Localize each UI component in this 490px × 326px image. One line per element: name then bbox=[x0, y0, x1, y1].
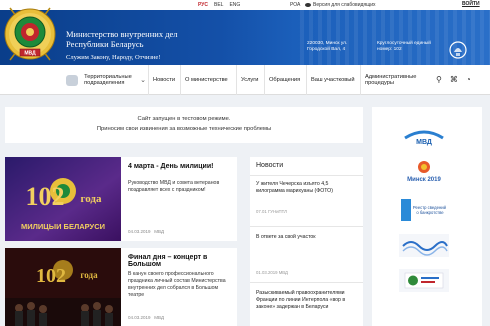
duty-phone: Круглосуточный единый номер: 102 bbox=[377, 41, 437, 53]
card-image-number: 102 bbox=[36, 265, 66, 287]
lang-bel[interactable]: BEL bbox=[214, 2, 223, 8]
card-headline[interactable]: Финал дня – концерт в Большом bbox=[128, 254, 237, 268]
news-panel: Новости У жителя Чечерска изъято 4,5 кил… bbox=[250, 157, 363, 326]
divider bbox=[250, 175, 363, 176]
language-switcher: РУС BEL ENG bbox=[198, 2, 240, 8]
banner-bankruptcy-label: Реестр сведений о банкротстве bbox=[413, 205, 447, 215]
card-image-years: года bbox=[80, 270, 98, 280]
visually-impaired-label: Версия для слабовидящих bbox=[313, 2, 376, 8]
svg-text:МВД: МВД bbox=[24, 51, 36, 57]
banner-mvd-label: МВД bbox=[416, 139, 432, 146]
lang-rus[interactable]: РУС bbox=[198, 2, 208, 8]
banner-minsk-2019[interactable]: Минск 2019 bbox=[399, 158, 449, 186]
rss-link[interactable]: РОА bbox=[290, 2, 300, 8]
notice-line2: Приносим свои извинения за возможные тех… bbox=[96, 126, 272, 132]
card-date: 04.03.2019 bbox=[128, 315, 151, 320]
map-icon bbox=[66, 74, 79, 86]
card-meta: 04.03.2019 МВД bbox=[128, 229, 164, 234]
divider bbox=[250, 282, 363, 283]
card-image-caption: МИЛИЦЫИ БЕЛАРУСИ bbox=[21, 222, 105, 231]
news-item-title[interactable]: У жителя Чечерска изъято 4,5 килограмма … bbox=[256, 181, 358, 195]
nav-news[interactable]: Новости bbox=[148, 65, 179, 95]
lang-eng[interactable]: ENG bbox=[229, 2, 240, 8]
news-card[interactable]: 102 года Финал дня – концерт в Большом В… bbox=[5, 248, 237, 326]
site-header: Министерство внутренних дел Республики Б… bbox=[0, 10, 490, 65]
nav-services[interactable]: Услуги bbox=[236, 65, 263, 95]
banner-waves[interactable] bbox=[399, 234, 449, 257]
test-mode-notice: Сайт запущен в тестовом режиме. Приносим… bbox=[5, 107, 363, 143]
divider bbox=[250, 226, 363, 227]
card-date: 04.03.2019 bbox=[128, 229, 151, 234]
nav-district-officer[interactable]: Ваш участковый bbox=[306, 65, 359, 95]
news-item-date: 07.01 ГУНиПТЛ bbox=[256, 209, 287, 214]
news-item-date: 01.03.2019 МВД bbox=[256, 270, 288, 275]
eye-icon bbox=[305, 3, 311, 7]
nav-admin-procedures[interactable]: Административные процедуры bbox=[360, 65, 432, 95]
news-item[interactable]: У жителя Чечерска изъято 4,5 килограмма … bbox=[256, 181, 358, 214]
login-link[interactable]: ВОЙТИ bbox=[462, 1, 480, 7]
news-card[interactable]: 102 года МИЛИЦЫИ БЕЛАРУСИ 4 марта - День… bbox=[5, 157, 237, 241]
card-tag[interactable]: МВД bbox=[154, 315, 164, 320]
card-image[interactable]: 102 года МИЛИЦЫИ БЕЛАРУСИ bbox=[5, 157, 121, 241]
card-headline[interactable]: 4 марта - День милиции! bbox=[128, 163, 213, 170]
territorial-label: Территориальные подразделения bbox=[84, 74, 136, 86]
banner-minsk-label: Минск 2019 bbox=[407, 177, 441, 183]
card-meta: 04.03.2019 МВД bbox=[128, 315, 164, 320]
address: 220030, Минск ул. Городской Вал, 4 bbox=[307, 41, 367, 53]
ministry-emblem-icon[interactable]: МВД bbox=[2, 2, 58, 68]
territorial-line2: подразделения bbox=[84, 80, 125, 86]
nav-appeals[interactable]: Обращения bbox=[264, 65, 304, 95]
card-image-years: года bbox=[81, 193, 102, 205]
ministry-title-line2: Республики Беларусь bbox=[66, 39, 144, 49]
news-item-title[interactable]: Разыскиваемый правоохранителями Франции … bbox=[256, 290, 358, 311]
banner-mvd[interactable]: МВД bbox=[399, 124, 449, 149]
card-text: Руководство МВД и совета ветеранов поздр… bbox=[128, 180, 220, 193]
nav-about[interactable]: О министерстве bbox=[180, 65, 232, 95]
slogan: Служим Закону, Народу, Отчизне! bbox=[66, 54, 161, 61]
main-nav: Территориальные подразделения ⌄ Новости … bbox=[0, 65, 490, 95]
sitemap-icon[interactable]: ⌘ bbox=[450, 75, 458, 84]
card-image[interactable]: 102 года bbox=[5, 248, 121, 326]
visually-impaired-link[interactable]: Версия для слабовидящих bbox=[305, 2, 376, 8]
address-line2: Городской Вал, 4 bbox=[307, 47, 346, 52]
duty-line2: номер: 102 bbox=[377, 47, 402, 52]
card-image-number: 102 bbox=[26, 182, 65, 211]
banner-bankruptcy-registry[interactable]: Реестр сведений о банкротстве bbox=[399, 197, 449, 223]
nav-territorial-units[interactable]: Территориальные подразделения ⌄ bbox=[62, 65, 150, 95]
news-item[interactable]: В ответе за свой участок 01.03.2019 МВД bbox=[256, 234, 358, 275]
card-tag[interactable]: МВД bbox=[154, 229, 164, 234]
coat-of-arms-icon bbox=[449, 41, 467, 59]
banner-emblem[interactable] bbox=[399, 269, 449, 292]
ministry-title[interactable]: Министерство внутренних дел Республики Б… bbox=[66, 29, 178, 49]
news-item-title[interactable]: В ответе за свой участок bbox=[256, 234, 358, 241]
ministry-title-line1: Министерство внутренних дел bbox=[66, 29, 178, 39]
top-bar: РУС BEL ENG РОА Версия для слабовидящих … bbox=[0, 0, 490, 10]
notice-line1: Сайт запущен в тестовом режиме. bbox=[137, 116, 231, 122]
admin-line2: процедуры bbox=[365, 80, 394, 86]
chevron-down-icon: ⌄ bbox=[140, 77, 146, 84]
news-item[interactable]: Разыскиваемый правоохранителями Франции … bbox=[256, 290, 358, 311]
nav-tools: ⚲ ⌘ ◔ bbox=[436, 75, 471, 84]
search-icon[interactable]: ⚲ bbox=[436, 75, 442, 84]
news-heading[interactable]: Новости bbox=[256, 162, 283, 169]
sidebar-banners: МВД Минск 2019 Реестр сведений о банкрот… bbox=[372, 107, 482, 326]
card-text: В канун своего профессионального праздни… bbox=[128, 271, 226, 298]
rss-icon[interactable]: ◔ bbox=[466, 75, 471, 84]
